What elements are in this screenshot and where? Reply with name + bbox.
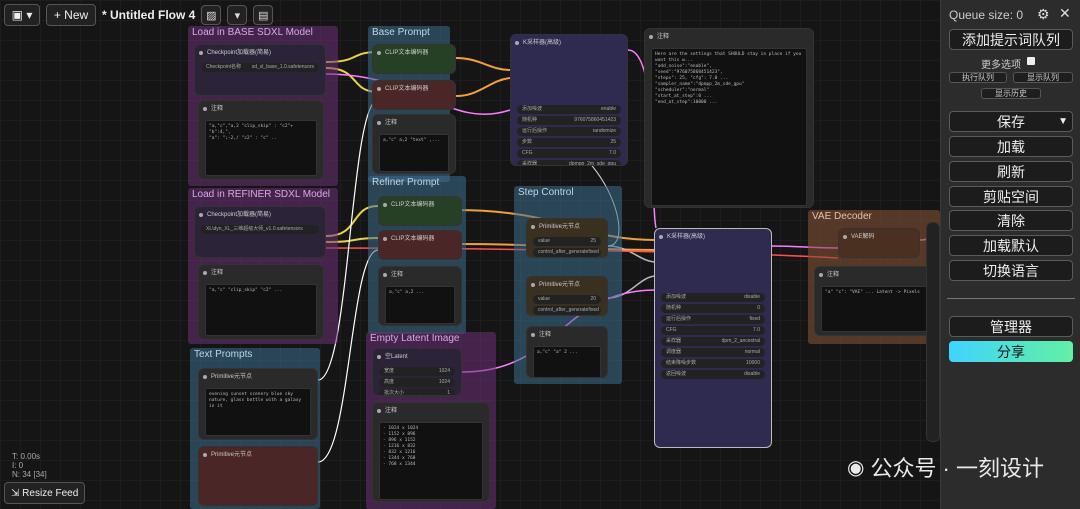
refresh-button[interactable]: 刷新 — [949, 161, 1073, 182]
workflow-menu-button[interactable]: ▣ ▾ — [4, 4, 40, 26]
note-instructions[interactable]: 注释 Here are the settings that SHOULD sta… — [644, 28, 814, 208]
clip-encode-base-positive[interactable]: CLIP文本编码器 — [372, 44, 456, 74]
clipspace-button[interactable]: 剪贴空间 — [949, 186, 1073, 207]
view-history-button[interactable]: 显示历史 — [981, 88, 1041, 99]
flow-title: * Untitled Flow 4 — [102, 8, 196, 22]
folder-icon: ▣ ▾ — [11, 8, 33, 22]
switch-language-button[interactable]: 切换语言 — [949, 260, 1073, 281]
save-image-node[interactable] — [926, 222, 940, 442]
save-button[interactable]: 保存 ▼ — [949, 111, 1073, 132]
note-step-control[interactable]: 注释 a,"c" "a" 2 ... — [526, 326, 608, 378]
clip-encode-base-negative[interactable]: CLIP文本编码器 — [372, 80, 456, 110]
canvas-stats: T: 0.00s I: 0 N: 34 [34] — [12, 452, 47, 479]
clip-encode-refiner-positive[interactable]: CLIP文本编码器 — [378, 196, 462, 226]
chevron-down-icon[interactable]: ▾ — [227, 5, 248, 25]
primitive-refine-steps[interactable]: Primitive元节点 value 20 control_after_gener… — [526, 276, 608, 316]
gear-icon[interactable]: ⚙ — [1037, 6, 1050, 23]
resize-feed-button[interactable]: ⇲ Resize Feed — [4, 482, 86, 504]
save-disk-icon[interactable]: ▤ — [253, 5, 274, 25]
ksampler-advanced-base[interactable]: K采样器(高级) 添加噪波 enable 随机种 976075860451423 运… — [510, 34, 628, 166]
manager-button[interactable]: 管理器 — [949, 316, 1073, 337]
add-prompt-queue-button[interactable]: 添加提示词队列 — [949, 29, 1073, 50]
load-default-button[interactable]: 加载默认 — [949, 235, 1073, 256]
clear-button[interactable]: 清除 — [949, 210, 1073, 231]
note-latent[interactable]: 注释 - 1024 x 1024 - 1152 x 896 - 896 x 11… — [372, 402, 490, 502]
close-icon[interactable]: ✕ — [1059, 5, 1071, 22]
primitive-negative-text[interactable]: Primitive元节点 — [198, 446, 318, 506]
note-base-prompt[interactable]: 注释 a,"c" a,2 "text" ,... — [372, 114, 456, 174]
new-flow-button[interactable]: + New — [46, 4, 96, 26]
note-vae[interactable]: 注释 "a" "c": "VAE" ... Latent -> Pixels — [814, 266, 934, 336]
view-queue-button[interactable]: 执行队列 — [949, 72, 1007, 83]
more-options-checkbox[interactable] — [1027, 57, 1035, 65]
checkpoint-refiner-widget[interactable]: XL\dyn_XL_三维超级大师_v1.0.safetensors — [201, 225, 319, 234]
queue-sidebar: Queue size: 0 ⚙ ✕ 添加提示词队列 更多选项 执行队列 显示队列… — [940, 0, 1080, 509]
checkpoint-name-widget[interactable]: Checkpoint名称 sd_xl_base_1.0.safetensors — [201, 63, 319, 72]
note-refiner[interactable]: 注释 "a,"c" "clip_skip" "c2" ... — [198, 264, 324, 340]
note-base-text[interactable]: "a,"c","a,2 "clip_skip" : "c2"+ "b":4,",… — [205, 120, 317, 176]
vae-decode-node[interactable]: VAE解码 — [838, 228, 920, 258]
show-queue-button[interactable]: 显示队列 — [1013, 72, 1073, 83]
more-options-label: 更多选项 — [981, 60, 1021, 71]
image-icon[interactable]: ▨ — [201, 5, 222, 25]
primitive-steps[interactable]: Primitive元节点 value 25 control_after_gener… — [526, 218, 608, 258]
ksampler-advanced-refiner[interactable]: K采样器(高级) 添加噪波 disable 随机种 0 运行后操作 fixed CFG… — [654, 228, 772, 448]
note-base[interactable]: 注释 "a,"c","a,2 "clip_skip" : "c2"+ "b":4… — [198, 100, 324, 180]
chevron-down-icon[interactable]: ▼ — [1058, 116, 1068, 127]
sidebar-divider — [947, 298, 1075, 299]
node-canvas[interactable]: ▣ ▾ + New * Untitled Flow 4 ▨ ▾ ▤ Load i… — [0, 0, 940, 509]
wechat-icon: ◉ — [846, 456, 865, 479]
clip-encode-refiner-negative[interactable]: CLIP文本编码器 — [378, 230, 462, 260]
share-button[interactable]: 分享 — [949, 341, 1073, 362]
checkpoint-loader-refiner[interactable]: Checkpoint加载器(简易) XL\dyn_XL_三维超级大师_v1.0.… — [194, 206, 326, 258]
watermark: ◉ 公众号 · 一刻设计 — [846, 456, 1044, 481]
checkpoint-loader-base[interactable]: Checkpoint加载器(简易) Checkpoint名称 sd_xl_base… — [194, 44, 326, 96]
primitive-positive-text[interactable]: Primitive元节点 evening sunset scenery blue… — [198, 368, 318, 440]
queue-size-label: Queue size: 0 — [949, 8, 1024, 22]
load-button[interactable]: 加载 — [949, 136, 1073, 157]
resize-icon: ⇲ — [11, 487, 23, 499]
empty-latent-node[interactable]: 空Latent 宽度 1024 高度 1024 批次大小 1 — [372, 348, 462, 396]
note-refiner-prompt[interactable]: 注释 a,"c" a,2 ... — [378, 266, 462, 326]
